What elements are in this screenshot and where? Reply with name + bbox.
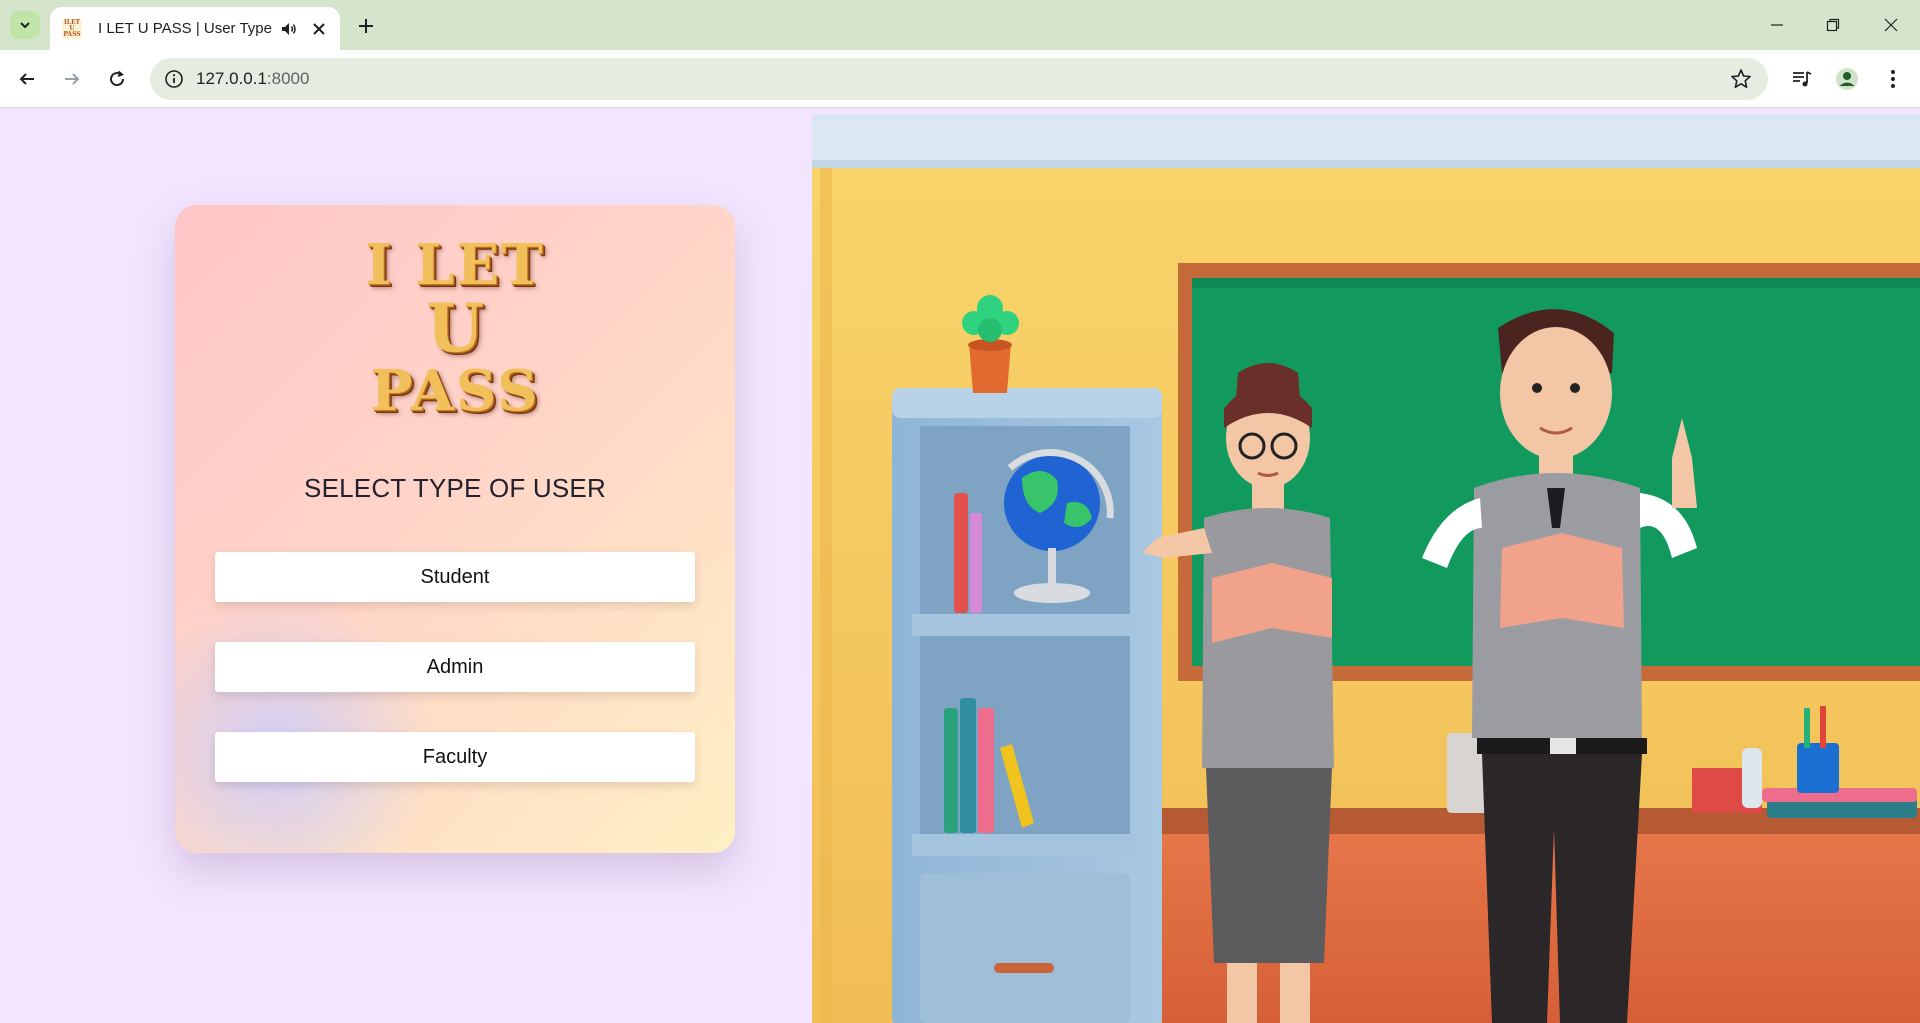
- star-icon[interactable]: [1730, 68, 1752, 90]
- url-host: 127.0.0.1: [196, 69, 267, 88]
- forward-icon[interactable]: [57, 64, 87, 94]
- reload-icon[interactable]: [102, 64, 132, 94]
- close-window-icon[interactable]: [1876, 10, 1906, 40]
- bookshelf: [892, 295, 1162, 1023]
- logo-line-3: PASS: [370, 358, 540, 424]
- url-port: :8000: [266, 69, 310, 88]
- address-bar[interactable]: 127.0.0.1:8000: [150, 58, 1768, 100]
- user-type-card: I LET U PASS SELECT TYPE OF USER Student…: [175, 205, 735, 853]
- close-tab-icon[interactable]: [310, 20, 328, 38]
- classroom-illustration: [812, 114, 1920, 1023]
- select-user-heading: SELECT TYPE OF USER: [304, 473, 606, 503]
- info-icon[interactable]: [164, 69, 184, 89]
- page-content: I LET U PASS SELECT TYPE OF USER Student…: [0, 108, 1920, 1023]
- minimize-icon[interactable]: [1762, 10, 1792, 40]
- admin-button[interactable]: Admin: [215, 642, 695, 692]
- tab-title: I LET U PASS | User Type: [98, 20, 272, 37]
- favicon-icon: ILET U PASS: [62, 18, 82, 39]
- audio-icon[interactable]: [280, 20, 298, 38]
- profile-icon[interactable]: [1832, 64, 1862, 94]
- tab-search-button[interactable]: [10, 11, 40, 39]
- ceiling-trim: [812, 114, 1920, 166]
- student-button[interactable]: Student: [215, 552, 695, 602]
- tab-strip: ILET U PASS I LET U PASS | User Type: [0, 0, 1920, 50]
- url-text[interactable]: 127.0.0.1:8000: [196, 69, 309, 89]
- new-tab-plus-icon[interactable]: [352, 12, 380, 40]
- chevron-down-icon: [20, 22, 30, 29]
- media-icon[interactable]: [1787, 64, 1817, 94]
- faculty-button[interactable]: Faculty: [215, 732, 695, 782]
- logo-line-1: I LET: [365, 232, 545, 298]
- logo-line-2: U: [426, 289, 484, 367]
- back-icon[interactable]: [12, 64, 42, 94]
- app-logo: I LET U PASS: [175, 235, 735, 421]
- menu-icon[interactable]: [1878, 64, 1908, 94]
- restore-icon[interactable]: [1818, 10, 1848, 40]
- active-tab[interactable]: ILET U PASS I LET U PASS | User Type: [50, 7, 340, 50]
